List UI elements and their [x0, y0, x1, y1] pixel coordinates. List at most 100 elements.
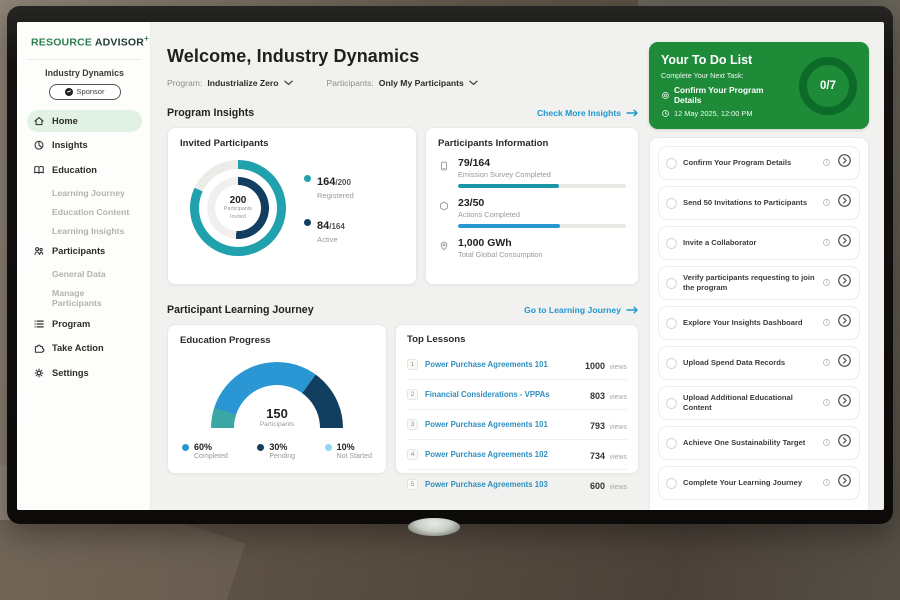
info-value: 1,000 GWh	[458, 237, 626, 249]
todo-task-upload-educational-content[interactable]: Upload Additional Educational Content	[658, 386, 860, 420]
lesson-link[interactable]: Power Purchase Agreements 102	[425, 450, 583, 459]
task-checkbox[interactable]	[666, 358, 677, 369]
todo-task-invite-collaborator[interactable]: Invite a Collaborator	[658, 226, 860, 260]
take-action-puzzle-icon	[33, 342, 45, 354]
task-chevron-button[interactable]	[837, 433, 852, 453]
learning-journey-title: Participant Learning Journey	[167, 304, 314, 316]
target-icon	[661, 91, 670, 100]
check-more-insights-link[interactable]: Check More Insights	[537, 108, 639, 118]
task-timer-icon	[822, 194, 831, 212]
task-chevron-button[interactable]	[837, 473, 852, 493]
task-chevron-button[interactable]	[837, 393, 852, 413]
legend-value: 84	[317, 220, 329, 232]
program-filter[interactable]: Program: Industrialize Zero	[167, 78, 293, 88]
sidebar-item-general-data[interactable]: General Data	[27, 265, 142, 284]
top-lessons-title: Top Lessons	[407, 334, 627, 345]
lesson-link[interactable]: Power Purchase Agreements 101	[425, 360, 578, 369]
sidebar-item-take-action[interactable]: Take Action	[27, 337, 142, 359]
sidebar-item-participants[interactable]: Participants	[27, 240, 142, 262]
task-label: Upload Additional Educational Content	[683, 393, 816, 413]
lesson-link[interactable]: Power Purchase Agreements 103	[425, 480, 583, 489]
gauge-center: 150 Participants	[211, 406, 343, 428]
sponsor-badge[interactable]: Sponsor	[49, 84, 121, 100]
task-chevron-button[interactable]	[837, 273, 852, 293]
info-row-consumption: 1,000 GWh Total Global Consumption	[438, 237, 626, 259]
lesson-views: 734 views	[590, 446, 627, 464]
info-label: Actions Completed	[458, 210, 626, 219]
todo-task-explore-insights[interactable]: Explore Your Insights Dashboard	[658, 306, 860, 340]
task-chevron-button[interactable]	[837, 233, 852, 253]
task-checkbox[interactable]	[666, 278, 677, 289]
link-label: Check More Insights	[537, 108, 621, 118]
task-chevron-button[interactable]	[837, 353, 852, 373]
education-gauge-chart: 150 Participants	[211, 362, 343, 428]
lesson-link[interactable]: Power Purchase Agreements 101	[425, 420, 583, 429]
sidebar-item-education[interactable]: Education	[27, 159, 142, 181]
info-rows: 79/164 Emission Survey Completed 23/50 A…	[438, 157, 626, 259]
program-list-icon	[33, 318, 45, 330]
participants-filter[interactable]: Participants: Only My Participants	[327, 78, 478, 88]
sidebar-item-manage-participants[interactable]: Manage Participants	[27, 284, 142, 313]
lesson-link[interactable]: Financial Considerations - VPPAs	[425, 390, 583, 399]
app-logo[interactable]: RESOURCE ADVISOR+	[27, 34, 142, 49]
chevron-down-icon[interactable]	[284, 78, 293, 88]
sidebar-item-home[interactable]: Home	[27, 110, 142, 132]
donut-center-value: 200	[230, 195, 247, 206]
sidebar-item-education-content[interactable]: Education Content	[27, 202, 142, 221]
sidebar-item-label: Settings	[52, 368, 89, 378]
todo-task-confirm-details[interactable]: Confirm Your Program Details	[658, 146, 860, 180]
chevron-down-icon[interactable]	[469, 78, 478, 88]
lesson-row: 1 Power Purchase Agreements 101 1000 vie…	[407, 350, 627, 380]
clock-icon	[661, 109, 670, 118]
task-checkbox[interactable]	[666, 478, 677, 489]
task-checkbox[interactable]	[666, 438, 677, 449]
sidebar-divider	[27, 59, 142, 60]
task-timer-icon	[822, 474, 831, 492]
task-chevron-button[interactable]	[837, 313, 852, 333]
insights-icon	[33, 139, 45, 151]
task-timer-icon	[822, 394, 831, 412]
lesson-views: 793 views	[590, 416, 627, 434]
go-to-learning-journey-link[interactable]: Go to Learning Journey	[524, 305, 639, 315]
legend-total: /200	[335, 178, 351, 187]
todo-task-upload-spend-data[interactable]: Upload Spend Data Records	[658, 346, 860, 380]
dashboard-screen: RESOURCE ADVISOR+ Industry Dynamics Spon…	[17, 22, 884, 510]
task-checkbox[interactable]	[666, 198, 677, 209]
task-checkbox[interactable]	[666, 238, 677, 249]
monitor-bezel: RESOURCE ADVISOR+ Industry Dynamics Spon…	[7, 6, 893, 524]
task-checkbox[interactable]	[666, 318, 677, 329]
legend-total: /164	[329, 222, 345, 231]
sidebar-item-program[interactable]: Program	[27, 313, 142, 335]
task-checkbox[interactable]	[666, 398, 677, 409]
collapse-tasks-link[interactable]: Collapse Tasks	[658, 506, 860, 510]
arrow-right-icon	[626, 306, 639, 314]
task-timer-icon	[822, 354, 831, 372]
todo-task-complete-learning-journey[interactable]: Complete Your Learning Journey	[658, 466, 860, 500]
todo-progress-value: 0/7	[820, 80, 836, 92]
sidebar-item-insights[interactable]: Insights	[27, 134, 142, 156]
task-label: Complete Your Learning Journey	[683, 478, 816, 488]
todo-next-task[interactable]: Confirm Your Program Details	[661, 85, 791, 105]
task-timer-icon	[822, 234, 831, 252]
insights-cards-row: Invited Participants 200 ParticipantsInv…	[167, 127, 639, 285]
task-checkbox[interactable]	[666, 158, 677, 169]
task-timer-icon	[822, 314, 831, 332]
donut-center-label: ParticipantsInvited	[224, 206, 252, 221]
task-chevron-button[interactable]	[837, 153, 852, 173]
learning-cards-row: Education Progress 150 Participants 60%C…	[167, 324, 639, 474]
sidebar-item-learning-insights[interactable]: Learning Insights	[27, 221, 142, 240]
lesson-rank: 1	[407, 359, 418, 370]
todo-task-achieve-target[interactable]: Achieve One Sustainability Target	[658, 426, 860, 460]
link-label: Go to Learning Journey	[524, 305, 621, 315]
task-chevron-button[interactable]	[837, 193, 852, 213]
sidebar-item-learning-journey[interactable]: Learning Journey	[27, 183, 142, 202]
actions-hexagon-icon	[438, 197, 454, 228]
todo-task-send-invitations[interactable]: Send 50 Invitations to Participants	[658, 186, 860, 220]
invited-donut-chart: 200 ParticipantsInvited	[190, 160, 286, 256]
lesson-views: 803 views	[590, 386, 627, 404]
sidebar-item-settings[interactable]: Settings	[27, 362, 142, 384]
todo-task-verify-participants[interactable]: Verify participants requesting to join t…	[658, 266, 860, 300]
home-icon	[33, 115, 45, 127]
gauge-center-label: Participants	[211, 421, 343, 428]
legend-active: 84/164 Active	[304, 216, 354, 244]
